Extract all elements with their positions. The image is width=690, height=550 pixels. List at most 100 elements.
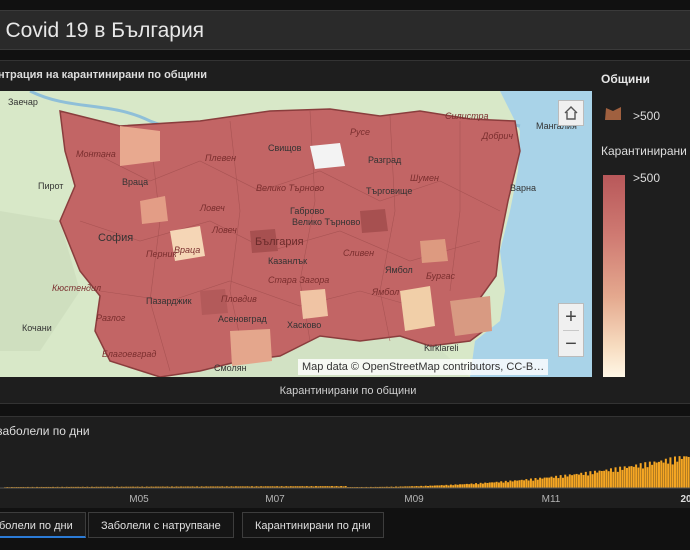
chart-bar[interactable] bbox=[520, 479, 523, 488]
chart-bar[interactable] bbox=[484, 482, 487, 488]
chart-bar[interactable] bbox=[616, 471, 619, 488]
tab-cumulative-cases[interactable]: Заболели с натрупване bbox=[88, 512, 234, 538]
chart-bar[interactable] bbox=[461, 484, 464, 488]
chart-bar[interactable] bbox=[605, 469, 608, 488]
chart-bar[interactable] bbox=[678, 456, 681, 488]
chart-bar[interactable] bbox=[475, 483, 478, 488]
chart-bar[interactable] bbox=[657, 461, 660, 488]
chart-bar[interactable] bbox=[557, 478, 560, 488]
chart-bar[interactable] bbox=[607, 471, 610, 488]
chart-bar[interactable] bbox=[630, 466, 633, 488]
chart-bar[interactable] bbox=[603, 470, 606, 488]
chart-bar[interactable] bbox=[628, 466, 631, 488]
chart-bar[interactable] bbox=[502, 482, 505, 488]
chart-bar[interactable] bbox=[513, 480, 516, 488]
chart-bar[interactable] bbox=[523, 480, 526, 488]
chart-bar[interactable] bbox=[600, 470, 603, 488]
zoom-out-button[interactable]: − bbox=[559, 331, 583, 357]
chart-bar[interactable] bbox=[495, 481, 498, 488]
chart-bar[interactable] bbox=[623, 466, 626, 488]
chart-bar[interactable] bbox=[479, 482, 482, 488]
home-button[interactable] bbox=[558, 100, 584, 126]
chart-bar[interactable] bbox=[555, 475, 558, 488]
chart-bar[interactable] bbox=[561, 477, 564, 488]
chart-bar[interactable] bbox=[621, 469, 624, 488]
chart-bar[interactable] bbox=[641, 468, 644, 488]
chart-bar[interactable] bbox=[671, 464, 674, 488]
chart-bar[interactable] bbox=[539, 477, 542, 488]
chart-bar[interactable] bbox=[511, 481, 514, 488]
chart-bar[interactable] bbox=[534, 478, 537, 488]
chart-bar[interactable] bbox=[541, 478, 544, 488]
chart-bar[interactable] bbox=[614, 467, 617, 488]
chart-bar[interactable] bbox=[669, 457, 672, 488]
chart-bar[interactable] bbox=[516, 480, 519, 488]
chart-bar[interactable] bbox=[646, 467, 649, 488]
chart-bar[interactable] bbox=[463, 484, 466, 488]
chart-bar[interactable] bbox=[648, 461, 651, 488]
chart-bar[interactable] bbox=[536, 479, 539, 488]
tab-daily-cases[interactable]: болели по дни bbox=[0, 512, 86, 538]
chart-bar[interactable] bbox=[580, 472, 583, 488]
chart-bar[interactable] bbox=[543, 477, 546, 488]
chart-bar[interactable] bbox=[527, 480, 530, 488]
chart-bar[interactable] bbox=[685, 456, 688, 488]
chart-bar[interactable] bbox=[612, 471, 615, 488]
chart-bar[interactable] bbox=[525, 479, 528, 488]
chart-bar[interactable] bbox=[573, 474, 576, 488]
map-attribution[interactable]: Map data © OpenStreetMap contributors, C… bbox=[298, 359, 549, 375]
chart-bar[interactable] bbox=[676, 461, 679, 488]
chart-bar[interactable] bbox=[504, 480, 507, 488]
chart-bar[interactable] bbox=[559, 475, 562, 488]
chart-bar[interactable] bbox=[577, 474, 580, 488]
chart-bar[interactable] bbox=[491, 482, 494, 488]
map-canvas[interactable]: Заечар Монтана Плевен Русе Свищов Силист… bbox=[0, 91, 592, 377]
chart-bar[interactable] bbox=[548, 477, 551, 488]
chart-bar[interactable] bbox=[454, 484, 457, 488]
chart-bar[interactable] bbox=[651, 464, 654, 488]
daily-cases-chart[interactable]: M05 M07 M09 M11 20 bbox=[0, 441, 690, 509]
chart-bar[interactable] bbox=[575, 473, 578, 488]
chart-bar[interactable] bbox=[680, 458, 683, 488]
chart-bar[interactable] bbox=[660, 460, 663, 488]
chart-bar[interactable] bbox=[632, 466, 635, 488]
chart-bar[interactable] bbox=[683, 456, 686, 488]
chart-bar[interactable] bbox=[552, 477, 555, 488]
chart-bar[interactable] bbox=[481, 483, 484, 488]
chart-bar[interactable] bbox=[596, 472, 599, 488]
chart-bar[interactable] bbox=[493, 482, 496, 488]
chart-bar[interactable] bbox=[550, 476, 553, 488]
chart-bar[interactable] bbox=[625, 467, 628, 488]
chart-bar[interactable] bbox=[619, 466, 622, 488]
chart-bar[interactable] bbox=[673, 456, 676, 488]
chart-bar[interactable] bbox=[449, 484, 452, 488]
chart-bar[interactable] bbox=[470, 483, 473, 488]
choropleth-map[interactable]: Заечар Монтана Плевен Русе Свищов Силист… bbox=[0, 91, 592, 377]
chart-bar[interactable] bbox=[472, 484, 475, 488]
chart-bar[interactable] bbox=[582, 474, 585, 488]
chart-bar[interactable] bbox=[500, 481, 503, 488]
chart-bar[interactable] bbox=[687, 456, 690, 488]
chart-bar[interactable] bbox=[653, 461, 656, 488]
chart-bar[interactable] bbox=[593, 470, 596, 488]
chart-bar[interactable] bbox=[459, 484, 462, 488]
chart-bar[interactable] bbox=[664, 458, 667, 488]
chart-bar[interactable] bbox=[507, 482, 510, 488]
chart-bar[interactable] bbox=[509, 480, 512, 488]
chart-bar[interactable] bbox=[568, 474, 571, 488]
chart-bar[interactable] bbox=[571, 475, 574, 488]
chart-bar[interactable] bbox=[486, 482, 489, 488]
chart-bar[interactable] bbox=[589, 471, 592, 488]
chart-bar[interactable] bbox=[488, 482, 491, 488]
chart-bar[interactable] bbox=[598, 470, 601, 488]
chart-bar[interactable] bbox=[587, 475, 590, 488]
chart-bar[interactable] bbox=[497, 482, 500, 488]
chart-bar[interactable] bbox=[465, 483, 468, 488]
chart-bar[interactable] bbox=[564, 474, 567, 488]
chart-bar[interactable] bbox=[591, 474, 594, 488]
chart-bar[interactable] bbox=[545, 477, 548, 488]
chart-bar[interactable] bbox=[468, 484, 471, 488]
chart-bar[interactable] bbox=[532, 480, 535, 488]
chart-bar[interactable] bbox=[566, 476, 569, 488]
chart-bar[interactable] bbox=[529, 478, 532, 488]
